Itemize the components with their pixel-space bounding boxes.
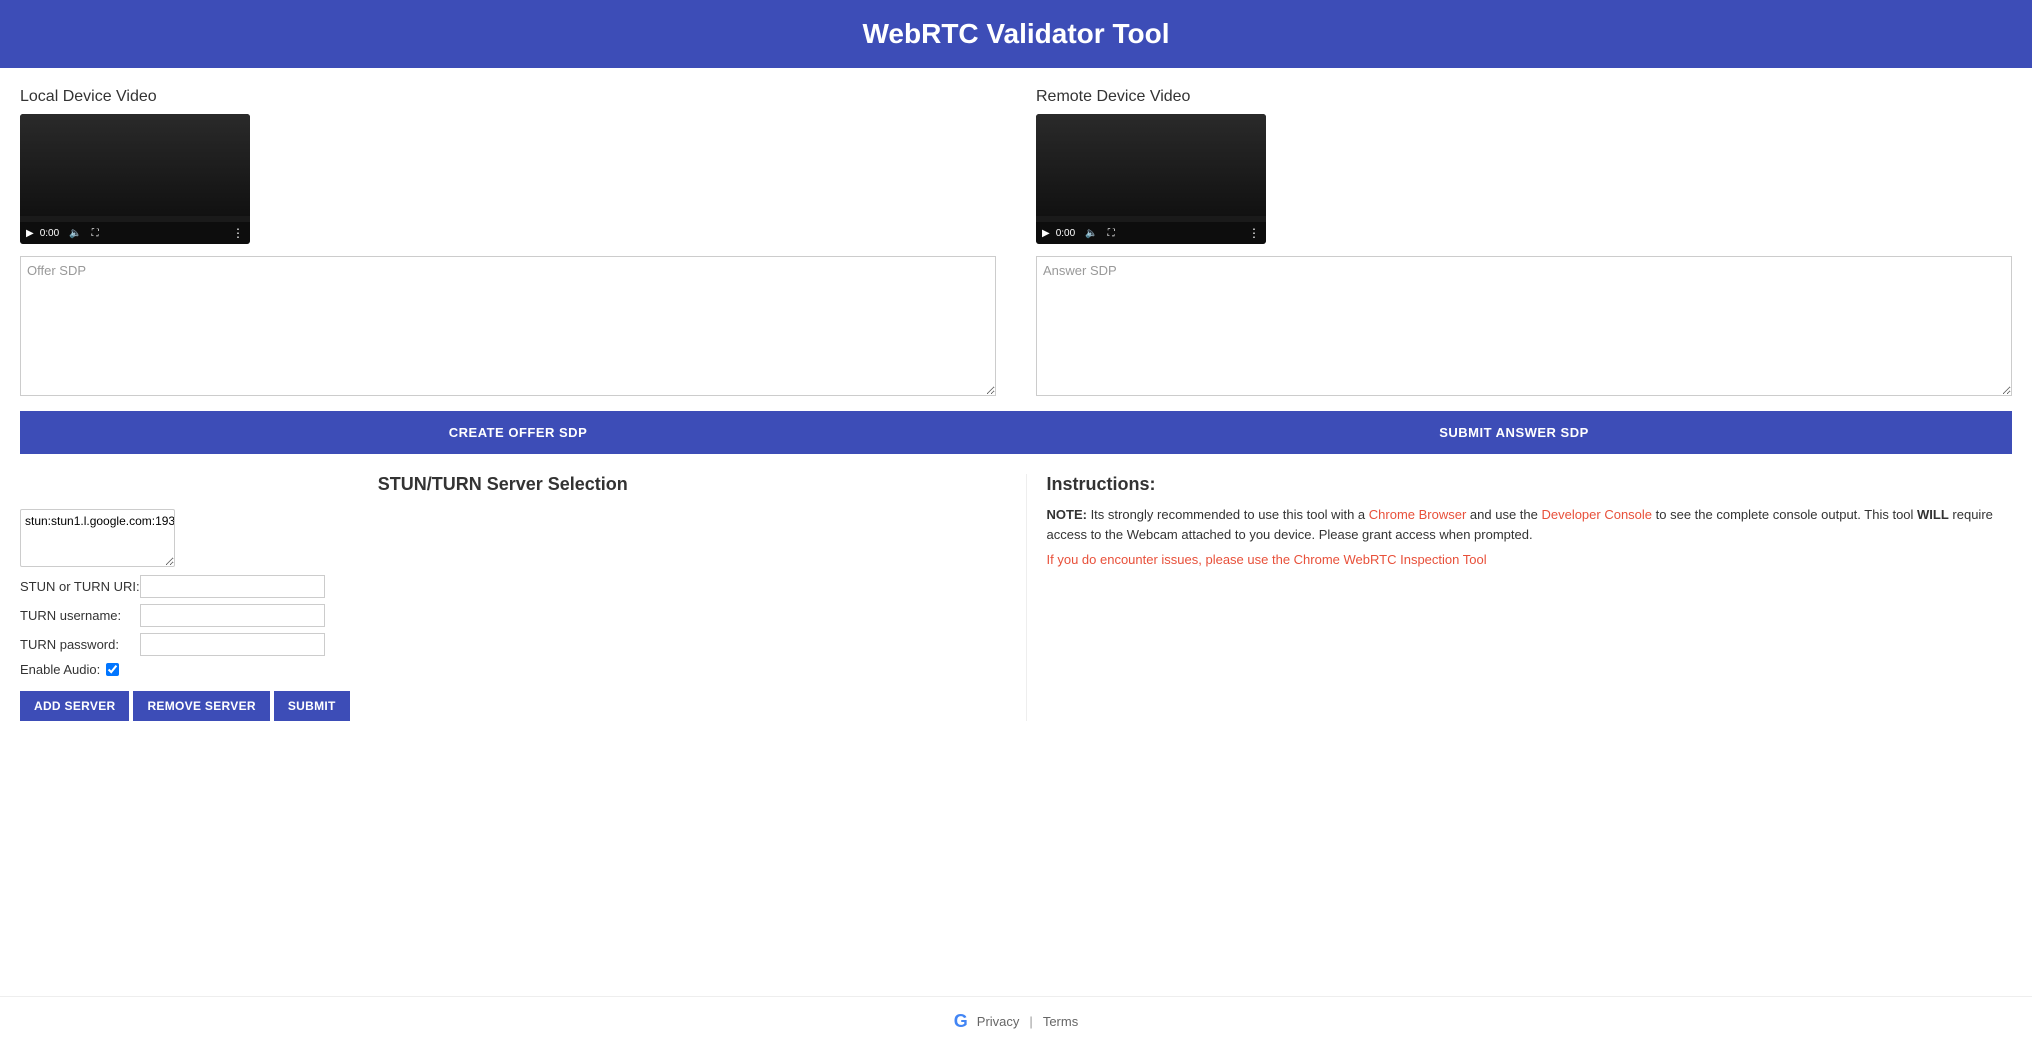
and-text: and use the	[1466, 507, 1541, 522]
instructions-paragraph-1: NOTE: Its strongly recommended to use th…	[1047, 505, 2013, 544]
remote-more-button[interactable]: ⋮	[1248, 226, 1260, 240]
uri-label: STUN or TURN URI:	[20, 579, 140, 594]
terms-link[interactable]: Terms	[1043, 1014, 1078, 1029]
remote-play-button[interactable]: ▶	[1042, 228, 1050, 239]
webrtc-tool-link[interactable]: Chrome WebRTC Inspection Tool	[1294, 552, 1487, 567]
offer-sdp-textarea[interactable]	[20, 256, 996, 396]
enable-audio-label: Enable Audio:	[20, 662, 100, 677]
privacy-link[interactable]: Privacy	[977, 1014, 1020, 1029]
footer: G Privacy | Terms	[0, 996, 2032, 1046]
instructions-title: Instructions:	[1047, 474, 2013, 495]
page-title: WebRTC Validator Tool	[863, 18, 1170, 49]
enable-audio-row: Enable Audio:	[20, 662, 986, 677]
page-header: WebRTC Validator Tool	[0, 0, 2032, 68]
footer-divider: |	[1029, 1014, 1032, 1029]
action-buttons: ADD SERVER REMOVE SERVER SUBMIT	[20, 691, 986, 721]
submit-answer-button[interactable]: SUBMIT ANSWER SDP	[1016, 411, 2012, 454]
username-field-row: TURN username:	[20, 604, 986, 627]
remote-video-label: Remote Device Video	[1036, 88, 2012, 106]
local-video-controls: ▶ 0:00 🔈 ⛶ ⋮	[20, 222, 250, 244]
server-list[interactable]: stun:stun1.l.google.com:19302	[20, 509, 175, 567]
stun-turn-panel: STUN/TURN Server Selection stun:stun1.l.…	[20, 474, 1006, 721]
remote-video-controls: ▶ 0:00 🔈 ⛶ ⋮	[1036, 222, 1266, 244]
bottom-section: STUN/TURN Server Selection stun:stun1.l.…	[20, 454, 2012, 741]
footer-links: G Privacy | Terms	[0, 1011, 2032, 1032]
will-text: WILL	[1917, 507, 1949, 522]
username-input[interactable]	[140, 604, 325, 627]
local-video-panel: Local Device Video ▶ 0:00 🔈 ⛶ ⋮	[20, 88, 1016, 411]
note-text: Its strongly recommended to use this too…	[1087, 507, 1369, 522]
dev-console-link[interactable]: Developer Console	[1541, 507, 1652, 522]
chrome-browser-link[interactable]: Chrome Browser	[1369, 507, 1467, 522]
local-video-label: Local Device Video	[20, 88, 996, 106]
local-play-button[interactable]: ▶	[26, 228, 34, 239]
password-input[interactable]	[140, 633, 325, 656]
button-row: CREATE OFFER SDP SUBMIT ANSWER SDP	[20, 411, 2012, 454]
instructions-panel: Instructions: NOTE: Its strongly recomme…	[1026, 474, 2013, 721]
post-console-text: to see the complete console output. This…	[1652, 507, 1917, 522]
add-server-button[interactable]: ADD SERVER	[20, 691, 129, 721]
encounter-text: If you do encounter issues, please use t…	[1047, 552, 1294, 567]
local-video-container: ▶ 0:00 🔈 ⛶ ⋮	[20, 114, 250, 244]
uri-field-row: STUN or TURN URI:	[20, 575, 986, 598]
username-label: TURN username:	[20, 608, 140, 623]
remote-video-panel: Remote Device Video ▶ 0:00 🔈 ⛶ ⋮	[1016, 88, 2012, 411]
create-offer-button[interactable]: CREATE OFFER SDP	[20, 411, 1016, 454]
remote-volume-button[interactable]: 🔈	[1085, 228, 1097, 239]
instructions-text: NOTE: Its strongly recommended to use th…	[1047, 505, 2013, 570]
google-logo: G	[954, 1011, 967, 1032]
uri-input[interactable]	[140, 575, 325, 598]
local-volume-button[interactable]: 🔈	[69, 228, 81, 239]
remote-video-time: 0:00	[1056, 228, 1075, 239]
remote-video-container: ▶ 0:00 🔈 ⛶ ⋮	[1036, 114, 1266, 244]
remove-server-button[interactable]: REMOVE SERVER	[133, 691, 269, 721]
enable-audio-checkbox[interactable]	[106, 663, 119, 676]
local-fullscreen-button[interactable]: ⛶	[92, 228, 99, 239]
google-g: G	[954, 1011, 967, 1032]
submit-button[interactable]: SUBMIT	[274, 691, 350, 721]
answer-sdp-textarea[interactable]	[1036, 256, 2012, 396]
stun-turn-title: STUN/TURN Server Selection	[20, 474, 986, 495]
server-list-item[interactable]: stun:stun1.l.google.com:19302	[25, 514, 170, 528]
password-label: TURN password:	[20, 637, 140, 652]
local-video-time: 0:00	[40, 228, 59, 239]
note-bold: NOTE:	[1047, 507, 1087, 522]
remote-fullscreen-button[interactable]: ⛶	[1108, 228, 1115, 239]
local-more-button[interactable]: ⋮	[232, 226, 244, 240]
instructions-paragraph-2: If you do encounter issues, please use t…	[1047, 550, 2013, 570]
password-field-row: TURN password:	[20, 633, 986, 656]
